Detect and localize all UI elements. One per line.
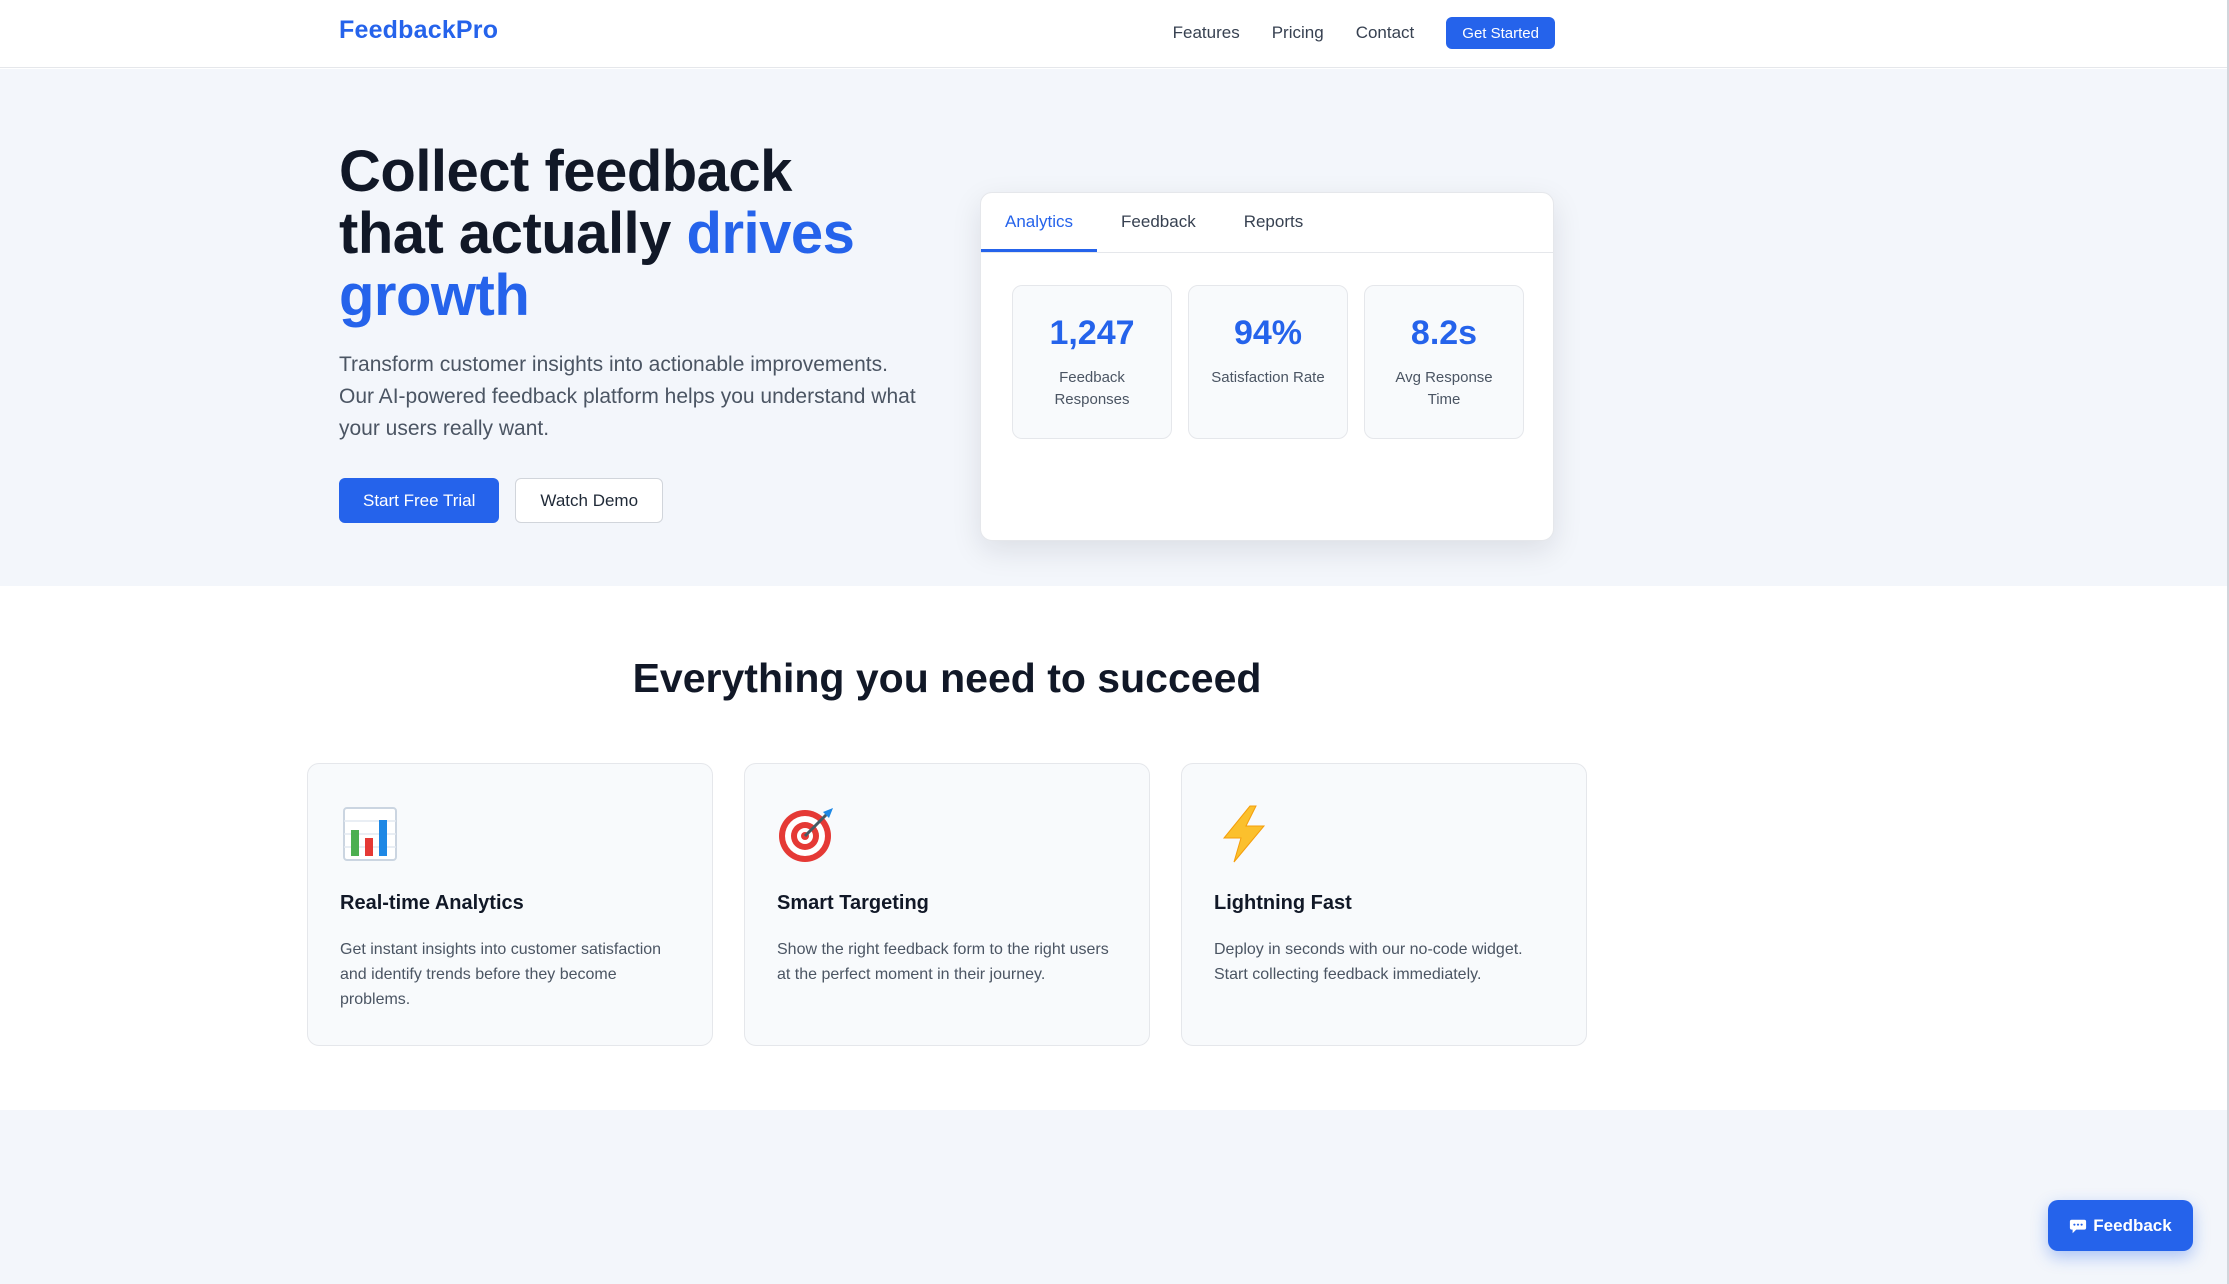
- target-icon: [779, 808, 833, 862]
- tab-feedback[interactable]: Feedback: [1097, 193, 1220, 252]
- hero-title: Collect feedback that actually drives gr…: [339, 141, 959, 327]
- hero-actions: Start Free Trial Watch Demo: [339, 478, 664, 523]
- feature-title: Smart Targeting: [777, 892, 929, 914]
- feature-card-analytics: Real-time Analytics Get instant insights…: [307, 763, 713, 1046]
- start-free-trial-button[interactable]: Start Free Trial: [339, 478, 500, 523]
- stats-row: 1,247 Feedback Responses 94% Satisfactio…: [1012, 285, 1524, 439]
- get-started-button[interactable]: Get Started: [1446, 17, 1555, 49]
- stat-card-satisfaction: 94% Satisfaction Rate: [1188, 285, 1348, 439]
- feature-card-targeting: Smart Targeting Show the right feedback …: [744, 763, 1150, 1046]
- lightning-icon: [1222, 805, 1266, 863]
- stat-value: 94%: [1233, 314, 1303, 352]
- stat-label: Avg Response Time: [1395, 369, 1493, 408]
- top-navbar: FeedbackPro Features Pricing Contact Get…: [0, 0, 2229, 68]
- dashboard-tabs: Analytics Feedback Reports: [981, 193, 1553, 253]
- feedback-widget-button[interactable]: Feedback: [2048, 1200, 2193, 1251]
- nav-link-contact[interactable]: Contact: [1356, 23, 1415, 43]
- feature-description: Get instant insights into customer satis…: [340, 941, 662, 1008]
- tab-analytics[interactable]: Analytics: [981, 193, 1098, 252]
- speech-bubble-icon: [2070, 1219, 2087, 1233]
- nav-links: Features Pricing Contact Get Started: [1173, 17, 1555, 49]
- stat-value: 1,247: [1049, 314, 1135, 352]
- dashboard-preview-card: Analytics Feedback Reports 1,247 Feedbac…: [980, 192, 1554, 541]
- stat-card-responses: 1,247 Feedback Responses: [1012, 285, 1172, 439]
- nav-link-features[interactable]: Features: [1173, 23, 1240, 43]
- hero-title-line1: Collect feedback: [339, 139, 792, 204]
- next-section-band: [0, 1110, 2229, 1284]
- stat-label: Feedback Responses: [1054, 369, 1130, 408]
- feature-card-fast: Lightning Fast Deploy in seconds with ou…: [1181, 763, 1587, 1046]
- stat-label: Satisfaction Rate: [1211, 369, 1325, 386]
- bar-chart-icon: [343, 807, 397, 861]
- feedback-widget-label: Feedback: [2093, 1215, 2172, 1235]
- features-heading: Everything you need to succeed: [632, 655, 1262, 701]
- tab-reports[interactable]: Reports: [1220, 193, 1328, 252]
- hero-subtitle: Transform customer insights into actiona…: [339, 353, 916, 440]
- brand-logo[interactable]: FeedbackPro: [339, 16, 498, 45]
- watch-demo-button[interactable]: Watch Demo: [515, 478, 664, 523]
- landing-page: FeedbackPro Features Pricing Contact Get…: [0, 0, 2229, 1284]
- stat-card-response-time: 8.2s Avg Response Time: [1364, 285, 1524, 439]
- stat-value: 8.2s: [1410, 314, 1478, 352]
- feature-description: Show the right feedback form to the righ…: [777, 941, 1109, 983]
- feature-title: Lightning Fast: [1214, 892, 1352, 914]
- hero-title-line2: that actually: [339, 201, 687, 266]
- feature-description: Deploy in seconds with our no-code widge…: [1214, 941, 1523, 983]
- nav-link-pricing[interactable]: Pricing: [1272, 23, 1324, 43]
- hero-section: Collect feedback that actually drives gr…: [0, 69, 2229, 586]
- feature-title: Real-time Analytics: [340, 892, 524, 914]
